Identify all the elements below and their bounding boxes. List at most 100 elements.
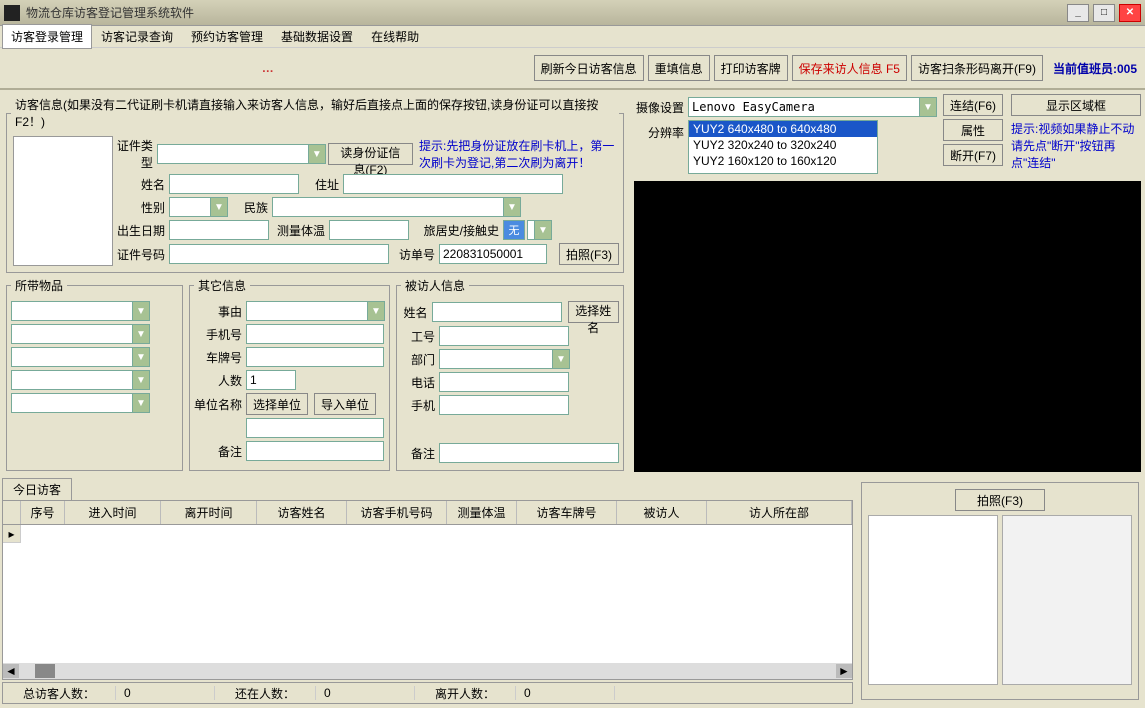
close-button[interactable]: ✕ <box>1119 4 1141 22</box>
camera-res-label: 分辨率 <box>634 120 686 141</box>
col-enter-time[interactable]: 进入时间 <box>65 501 161 524</box>
chevron-down-icon[interactable]: ▼ <box>132 348 149 366</box>
host-tel-input[interactable] <box>439 372 569 392</box>
visitno-input[interactable] <box>439 244 547 264</box>
host-note-input[interactable] <box>439 443 619 463</box>
temp-input[interactable] <box>329 220 409 240</box>
chevron-down-icon[interactable]: ▼ <box>132 371 149 389</box>
minimize-button[interactable]: _ <box>1067 4 1089 22</box>
res-option-2[interactable]: YUY2 160x120 to 160x120 <box>689 153 877 169</box>
count-input[interactable] <box>246 370 296 390</box>
chevron-down-icon[interactable]: ▼ <box>367 302 384 320</box>
today-tab[interactable]: 今日访客 <box>2 478 72 500</box>
current-staff: 当前值班员:005 <box>1053 60 1137 77</box>
car-input[interactable] <box>246 347 384 367</box>
host-name-input[interactable] <box>432 302 562 322</box>
camera-hint: 提示:视频如果静止不动请先点"断开"按钮再点"连结" <box>1011 120 1141 171</box>
import-unit-button[interactable]: 导入单位 <box>314 393 376 415</box>
snapshot-button[interactable]: 拍照(F3) <box>955 489 1045 511</box>
col-visitor-name[interactable]: 访客姓名 <box>257 501 347 524</box>
col-host-dept[interactable]: 访人所在部 <box>707 501 852 524</box>
other-note-input[interactable] <box>246 441 384 461</box>
horizontal-scrollbar[interactable]: ◄► <box>3 663 852 679</box>
disconnect-button[interactable]: 断开(F7) <box>943 144 1003 166</box>
item-combo-5[interactable]: ▼ <box>11 393 150 413</box>
stats-bar: 总访客人数： 0 还在人数： 0 离开人数： 0 <box>2 682 853 704</box>
id-hint: 提示:先把身份证放在刷卡机上，第一次刷卡为登记,第二次刷为离开！ <box>419 137 619 171</box>
menu-visitor-query[interactable]: 访客记录查询 <box>92 24 182 49</box>
connect-button[interactable]: 连结(F6) <box>943 94 1003 116</box>
select-name-button[interactable]: 选择姓名 <box>568 301 619 323</box>
calendar-icon[interactable]: 无 <box>503 220 525 240</box>
grid-body[interactable]: ▸ <box>3 525 852 663</box>
snapshot-slot-2 <box>1002 515 1132 685</box>
item-combo-2[interactable]: ▼ <box>11 324 150 344</box>
col-visitor-phone[interactable]: 访客手机号码 <box>347 501 447 524</box>
menu-visitor-register[interactable]: 访客登录管理 <box>2 24 92 49</box>
item-combo-1[interactable]: ▼ <box>11 301 150 321</box>
host-emp-input[interactable] <box>439 326 569 346</box>
phone-input[interactable] <box>246 324 384 344</box>
host-name-label: 姓名 <box>401 304 430 321</box>
chevron-down-icon[interactable]: ▼ <box>919 98 936 116</box>
id-type-combo[interactable]: ▼ <box>157 144 326 164</box>
chevron-down-icon[interactable]: ▼ <box>132 394 149 412</box>
car-label: 车牌号 <box>194 349 244 366</box>
col-temp[interactable]: 测量体温 <box>447 501 517 524</box>
host-dept-combo[interactable]: ▼ <box>439 349 570 369</box>
col-host[interactable]: 被访人 <box>617 501 707 524</box>
read-id-button[interactable]: 读身份证信息(F2) <box>328 143 413 165</box>
chevron-down-icon[interactable]: ▼ <box>132 302 149 320</box>
save-button[interactable]: 保存来访人信息 F5 <box>792 55 907 81</box>
take-photo-button[interactable]: 拍照(F3) <box>559 243 619 265</box>
dob-label: 出生日期 <box>115 222 167 239</box>
reason-combo[interactable]: ▼ <box>246 301 385 321</box>
resolution-list[interactable]: YUY2 640x480 to 640x480 YUY2 320x240 to … <box>688 120 878 174</box>
col-car[interactable]: 访客车牌号 <box>517 501 617 524</box>
chevron-down-icon[interactable]: ▼ <box>503 198 520 216</box>
refresh-button[interactable]: 刷新今日访客信息 <box>534 55 644 81</box>
present-value: 0 <box>315 686 415 700</box>
name-input[interactable] <box>169 174 299 194</box>
menubar: 访客登录管理 访客记录查询 预约访客管理 基础数据设置 在线帮助 <box>0 26 1145 48</box>
menu-basic-data[interactable]: 基础数据设置 <box>272 24 362 49</box>
col-seq[interactable]: 序号 <box>21 501 65 524</box>
travel-combo[interactable]: ▼ <box>527 220 552 240</box>
res-option-1[interactable]: YUY2 320x240 to 320x240 <box>689 137 877 153</box>
host-dept-label: 部门 <box>401 351 437 368</box>
camera-device-label: 摄像设置 <box>634 99 686 116</box>
host-fieldset: 被访人信息 姓名选择姓名 工号 部门▼ 电话 手机 备注 <box>396 277 624 471</box>
camera-device-combo[interactable]: ▼ <box>688 97 937 117</box>
item-combo-3[interactable]: ▼ <box>11 347 150 367</box>
chevron-down-icon[interactable]: ▼ <box>534 221 551 239</box>
select-unit-button[interactable]: 选择单位 <box>246 393 308 415</box>
gender-label: 性别 <box>115 199 167 216</box>
dob-input[interactable] <box>169 220 269 240</box>
menu-help[interactable]: 在线帮助 <box>362 24 428 49</box>
other-legend: 其它信息 <box>194 277 250 294</box>
scan-leave-button[interactable]: 访客扫条形码离开(F9) <box>911 55 1043 81</box>
items-legend: 所带物品 <box>11 277 67 294</box>
addr-input[interactable] <box>343 174 563 194</box>
total-value: 0 <box>115 686 215 700</box>
gender-combo[interactable]: ▼ <box>169 197 228 217</box>
host-note-label: 备注 <box>401 445 437 462</box>
show-area-button[interactable]: 显示区域框 <box>1011 94 1141 116</box>
chevron-down-icon[interactable]: ▼ <box>132 325 149 343</box>
print-button[interactable]: 打印访客牌 <box>714 55 788 81</box>
properties-button[interactable]: 属性 <box>943 119 1003 141</box>
chevron-down-icon[interactable]: ▼ <box>552 350 569 368</box>
res-option-0[interactable]: YUY2 640x480 to 640x480 <box>689 121 877 137</box>
host-mobile-input[interactable] <box>439 395 569 415</box>
refill-button[interactable]: 重填信息 <box>648 55 710 81</box>
idnum-input[interactable] <box>169 244 389 264</box>
unit-input[interactable] <box>246 418 384 438</box>
col-leave-time[interactable]: 离开时间 <box>161 501 257 524</box>
item-combo-4[interactable]: ▼ <box>11 370 150 390</box>
ethnic-combo[interactable]: ▼ <box>272 197 521 217</box>
chevron-down-icon[interactable]: ▼ <box>308 145 325 163</box>
chevron-down-icon[interactable]: ▼ <box>210 198 227 216</box>
menu-appointment[interactable]: 预约访客管理 <box>182 24 272 49</box>
ethnic-label: 民族 <box>230 199 270 216</box>
maximize-button[interactable]: □ <box>1093 4 1115 22</box>
